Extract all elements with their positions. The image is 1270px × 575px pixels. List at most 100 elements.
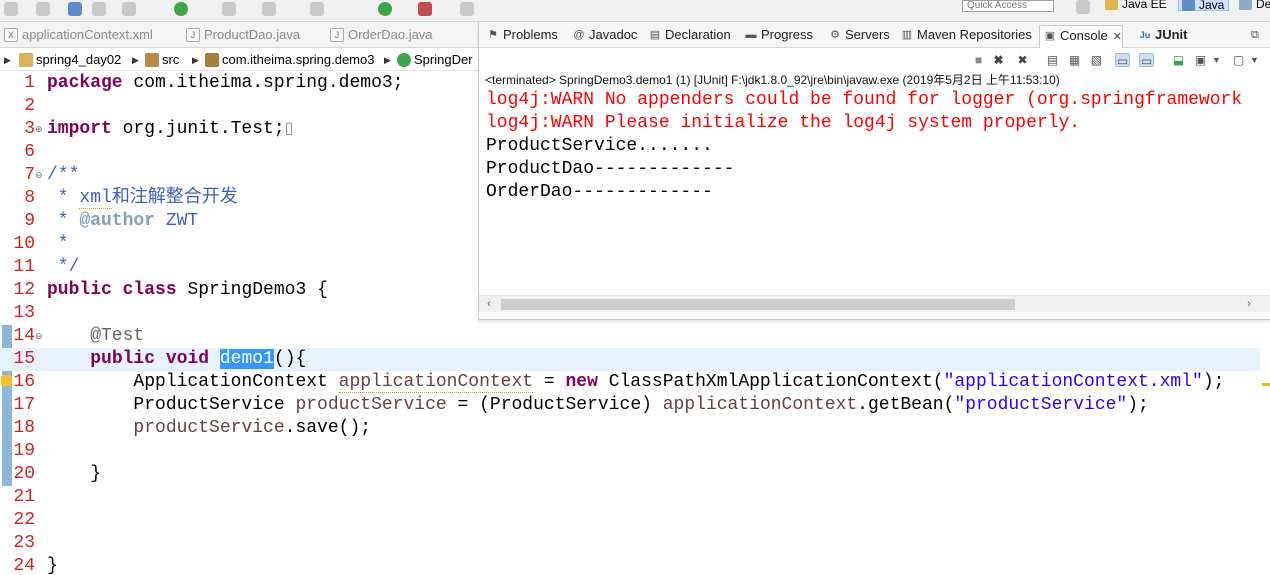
console-line: OrderDao------------- xyxy=(486,182,713,202)
console-line: log4j:WARN Please initialize the log4j s… xyxy=(486,113,1081,133)
save-icon[interactable] xyxy=(36,2,50,16)
terminal-icon[interactable] xyxy=(92,2,106,16)
run-icon[interactable] xyxy=(378,2,392,16)
code-token: "applicationContext.xml" xyxy=(943,372,1203,392)
expand-fold-icon[interactable]: ⊕ xyxy=(35,126,43,135)
code-token: new xyxy=(565,372,598,392)
code-line[interactable]: 21 xyxy=(0,486,1260,509)
collapse-fold-icon[interactable]: ⊖ xyxy=(35,172,43,181)
tab-product-dao-java[interactable]: J ProductDao.java xyxy=(182,25,300,45)
code-line[interactable]: 15 public void demo1(){ xyxy=(0,348,1260,371)
code-line[interactable]: 22 xyxy=(0,509,1260,532)
code-text: public class SpringDemo3 { xyxy=(47,279,328,302)
code-line[interactable]: 19 xyxy=(0,440,1260,463)
code-token: .getBean( xyxy=(857,395,955,415)
edit-icon[interactable] xyxy=(222,2,236,16)
tab-label: applicationContext.xml xyxy=(22,27,153,42)
search-icon[interactable] xyxy=(122,2,136,16)
scrollbar-thumb[interactable] xyxy=(501,299,1015,310)
tab-console[interactable]: ▣ Console ✕ xyxy=(1039,25,1123,48)
code-line[interactable]: 18 productService.save(); xyxy=(0,417,1260,440)
quick-access-field[interactable]: Quick Access xyxy=(962,0,1054,12)
package-folder-icon xyxy=(145,53,159,67)
scroll-lock-icon[interactable]: ▦ xyxy=(1067,53,1082,67)
tab-application-context-xml[interactable]: X applicationContext.xml xyxy=(0,25,153,45)
scroll-left-icon[interactable]: ‹ xyxy=(481,296,497,313)
code-token: ZWT xyxy=(155,211,199,231)
horizontal-scrollbar[interactable]: ‹ › xyxy=(479,295,1270,312)
chevron-right-icon: ▶ xyxy=(4,55,11,65)
code-token: * xyxy=(47,234,69,254)
tab-label: Progress xyxy=(761,27,814,42)
close-icon[interactable]: ✕ xyxy=(1108,31,1122,43)
breadcrumb-label: com.itheima.spring.demo3 xyxy=(222,52,375,67)
code-token: package xyxy=(47,73,123,93)
line-number: 10 xyxy=(13,234,35,254)
clear-console-icon[interactable]: ▤ xyxy=(1045,53,1060,67)
display-console-icon[interactable]: ▣ xyxy=(1193,53,1208,67)
line-number: 24 xyxy=(13,556,35,575)
scroll-right-icon[interactable]: › xyxy=(1241,296,1257,313)
show-on-stderr-icon[interactable]: ▭ xyxy=(1139,53,1154,68)
tab-maven-repositories[interactable]: ▥ Maven Repositories xyxy=(897,25,1032,45)
show-on-stdout-icon[interactable]: ▭ xyxy=(1115,53,1130,68)
line-number: 16 xyxy=(13,372,35,392)
remove-all-terminated-icon[interactable]: ✖ xyxy=(1015,53,1030,67)
breadcrumb-project[interactable]: spring4_day02 xyxy=(18,49,121,70)
code-token: ); xyxy=(1127,395,1149,415)
class-icon xyxy=(397,53,411,67)
external-tools-icon[interactable] xyxy=(418,2,432,16)
code-text: * xyxy=(47,233,69,256)
remove-launch-icon[interactable]: ✖ xyxy=(991,53,1006,67)
tab-servers[interactable]: ⚙ Servers xyxy=(825,25,890,45)
chevron-down-icon[interactable]: ▼ xyxy=(1209,53,1224,67)
tab-junit[interactable]: Ju JUnit xyxy=(1135,25,1188,45)
line-number: 22 xyxy=(13,510,35,530)
terminate-icon[interactable]: ■ xyxy=(971,53,986,67)
word-wrap-icon[interactable]: ▧ xyxy=(1089,53,1104,67)
breadcrumb-package[interactable]: com.itheima.spring.demo3 xyxy=(204,49,375,70)
line-number: 9 xyxy=(24,211,35,231)
tab-problems[interactable]: ⚑ Problems xyxy=(483,25,558,45)
tab-progress[interactable]: ▬ Progress xyxy=(741,25,814,45)
perspective-debug[interactable]: De xyxy=(1236,0,1270,11)
breadcrumb-src[interactable]: src xyxy=(144,49,179,70)
code-token: productService xyxy=(133,418,285,438)
perspective-java-ee[interactable]: Java EE xyxy=(1102,0,1171,11)
code-token: * xyxy=(47,211,80,231)
open-console-icon[interactable]: ▢ xyxy=(1231,53,1246,67)
tool-icon[interactable] xyxy=(310,2,324,16)
code-line[interactable]: 20 } xyxy=(0,463,1260,486)
code-line[interactable]: 16 ApplicationContext applicationContext… xyxy=(0,371,1260,394)
chevron-down-icon[interactable]: ▼ xyxy=(1247,53,1262,67)
restore-icon[interactable]: ⧉ xyxy=(1247,25,1259,45)
tab-javadoc[interactable]: @ Javadoc xyxy=(569,25,637,45)
refresh-icon[interactable] xyxy=(174,2,188,16)
tab-declaration[interactable]: ▤ Declaration xyxy=(645,25,731,45)
tab-label: Console xyxy=(1060,28,1108,43)
breadcrumb-class[interactable]: SpringDer xyxy=(396,49,473,70)
line-number: 13 xyxy=(13,303,35,323)
code-line[interactable]: 23 xyxy=(0,532,1260,555)
console-process-label: <terminated> SpringDemo3.demo1 (1) [JUni… xyxy=(485,73,1060,87)
pin-console-icon[interactable]: ⬓ xyxy=(1171,53,1186,67)
collapse-fold-icon[interactable]: ⊖ xyxy=(35,333,43,342)
code-line[interactable]: 14 ⊖ @Test xyxy=(0,325,1260,348)
code-line[interactable]: 17 ProductService productService = (Prod… xyxy=(0,394,1260,417)
java-perspective-icon xyxy=(1182,0,1195,11)
perspective-java[interactable]: Java xyxy=(1178,0,1230,12)
warning-icon[interactable] xyxy=(1,375,12,386)
binary-icon[interactable] xyxy=(68,2,82,16)
open-perspective-icon[interactable] xyxy=(1076,0,1090,14)
code-token: ProductService xyxy=(47,395,296,415)
paste-icon[interactable] xyxy=(262,2,276,16)
code-token: /** xyxy=(47,165,80,185)
new-icon[interactable] xyxy=(4,2,18,16)
stop-icon[interactable] xyxy=(460,2,474,16)
overview-ruler-warning-marker[interactable] xyxy=(1262,383,1270,386)
tab-order-dao-java[interactable]: J OrderDao.java xyxy=(326,25,433,45)
code-line[interactable]: 24} xyxy=(0,555,1260,575)
code-token: * xyxy=(47,188,80,208)
chevron-right-icon: ▶ xyxy=(132,55,139,65)
